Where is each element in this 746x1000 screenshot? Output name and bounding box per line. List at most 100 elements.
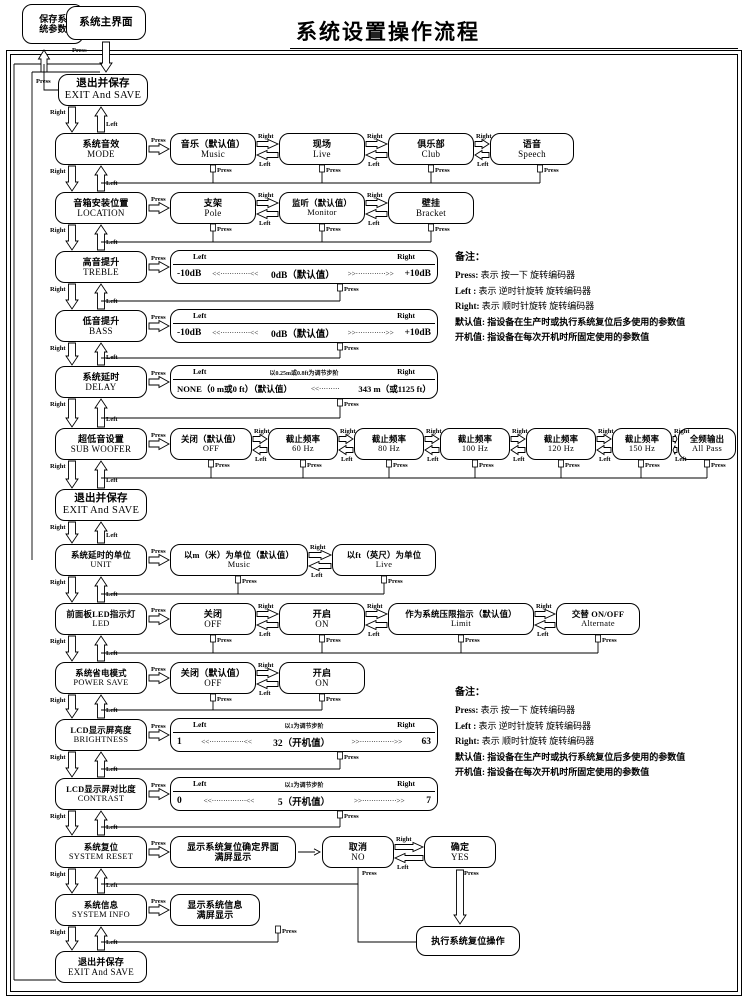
node-menu-location[interactable]: 音箱安装位置 LOCATION: [55, 192, 147, 224]
edge-label-left: Left: [106, 650, 118, 657]
edge-label-press: Press: [362, 870, 377, 877]
edge-label-left: Left: [368, 631, 380, 638]
edge-label-right: Right: [598, 428, 614, 435]
edge-label-right: Right: [258, 603, 274, 610]
edge-label-left: Left: [106, 354, 118, 361]
edge-label-left: Left: [537, 631, 549, 638]
edge-label-right: Right: [340, 428, 356, 435]
edge-label-left: Left: [259, 161, 271, 168]
edge-label-right: Right: [50, 227, 66, 234]
option-mode-live[interactable]: 现场 Live: [279, 133, 365, 165]
range-brightness[interactable]: Left 以1为调节步阶 Right 1 <<···············<<…: [170, 718, 438, 752]
option-led-on[interactable]: 开启 ON: [279, 603, 365, 635]
edge-label-press: Press: [217, 637, 232, 644]
range-delay[interactable]: Left 以0.25m或0.8ft为调节步阶 Right NONE（0 m或0 …: [170, 365, 438, 399]
notes-line-startup: 开机值: 指设备在每次开机时所固定使用的参数值: [455, 332, 650, 342]
option-unit-feet[interactable]: 以ft（英尺）为单位 Live: [332, 544, 436, 576]
option-mode-club[interactable]: 俱乐部 Club: [388, 133, 474, 165]
node-menu-brightness[interactable]: LCD显示屏亮度 BRIGHTNESS: [55, 719, 147, 751]
option-sub-off[interactable]: 关闭（默认值） OFF: [170, 428, 252, 460]
edge-label-left: Left: [106, 477, 118, 484]
edge-label-press: Press: [151, 666, 166, 673]
edge-label-press: Press: [326, 696, 341, 703]
option-location-bracket[interactable]: 壁挂 Bracket: [388, 192, 474, 224]
node-menu-info[interactable]: 系统信息 SYSTEM INFO: [55, 894, 147, 926]
option-location-pole[interactable]: 支架 Pole: [170, 192, 256, 224]
edge-label-press: Press: [645, 462, 660, 469]
range-delay-max: 343 m（或1125 ft）: [358, 383, 431, 394]
option-reset-no[interactable]: 取消 NO: [322, 836, 394, 868]
edge-label-press: Press: [217, 167, 232, 174]
range-contrast-default: 5（开机值）: [277, 797, 331, 808]
range-treble-min: -10dB: [177, 268, 202, 279]
node-menu-delay[interactable]: 系统延时 DELAY: [55, 366, 147, 398]
node-menu-reset[interactable]: 系统复位 SYSTEM RESET: [55, 836, 147, 868]
option-mode-speech[interactable]: 语音 Speech: [490, 133, 574, 165]
notes-line-left: Left : 表示 逆时针旋转 旋转编码器: [455, 285, 592, 296]
range-contrast[interactable]: Left 以1为调节步阶 Right 0 <<···············<<…: [170, 777, 438, 811]
edge-label-right: Right: [426, 428, 442, 435]
edge-label-press: Press: [344, 401, 359, 408]
option-reset-yes[interactable]: 确定 YES: [424, 836, 496, 868]
option-powersave-off[interactable]: 关闭（默认值） OFF: [170, 662, 256, 694]
range-treble-dots-left: <<·············<<: [212, 269, 259, 278]
node-reset-action: 执行系统复位操作: [416, 926, 520, 956]
edge-label-left: Left: [311, 572, 323, 579]
option-sub-100hz[interactable]: 截止频率 100 Hz: [440, 428, 510, 460]
option-powersave-on[interactable]: 开启 ON: [279, 662, 365, 694]
node-menu-subwoofer[interactable]: 超低音设置 SUB WOOFER: [55, 428, 147, 460]
node-menu-led[interactable]: 前面板LED指示灯 LED: [55, 603, 147, 635]
node-menu-powersave[interactable]: 系统省电模式 POWER SAVE: [55, 662, 147, 694]
edge-label-press: Press: [544, 167, 559, 174]
edge-label-right: Right: [50, 929, 66, 936]
range-bass[interactable]: Left Right -10dB <<·············<< 0dB（默…: [170, 309, 438, 343]
edge-label-press: Press: [242, 578, 257, 585]
option-led-limit[interactable]: 作为系统压限指示（默认值） Limit: [388, 603, 534, 635]
node-menu-contrast[interactable]: LCD显示屏对比度 CONTRAST: [55, 778, 147, 810]
edge-label-press: Press: [565, 462, 580, 469]
edge-label-left: Left: [106, 824, 118, 831]
edge-label-left: Left: [397, 864, 409, 871]
option-led-alternate[interactable]: 交替 ON/OFF Alternate: [556, 603, 640, 635]
range-brightness-header: Left 以1为调节步阶 Right: [173, 719, 435, 733]
option-unit-meter[interactable]: 以m（米）为单位（默认值） Music: [170, 544, 308, 576]
edge-label-left: Left: [259, 631, 271, 638]
edge-label-left: Left: [427, 456, 439, 463]
notes-heading: 备注：: [455, 252, 485, 263]
edge-label-right: Right: [50, 345, 66, 352]
edge-label-right: Right: [50, 463, 66, 470]
edge-label-left: Left: [106, 591, 118, 598]
edge-label-press: Press: [282, 928, 297, 935]
option-led-off[interactable]: 关闭 OFF: [170, 603, 256, 635]
range-brightness-max: 63: [421, 736, 432, 747]
edge-label-right: Right: [254, 428, 270, 435]
edge-label-right: Right: [50, 871, 66, 878]
edge-label-press: Press: [217, 226, 232, 233]
node-menu-bass[interactable]: 低音提升 BASS: [55, 310, 147, 342]
range-treble[interactable]: Left Right -10dB <<·············<< 0dB（默…: [170, 250, 438, 284]
option-mode-music[interactable]: 音乐（默认值） Music: [170, 133, 256, 165]
node-system-main-ui[interactable]: 系统主界面: [66, 6, 146, 40]
node-menu-mode[interactable]: 系统音效 MODE: [55, 133, 147, 165]
edge-label-right: Right: [50, 168, 66, 175]
node-exit-save-top[interactable]: 退出并保存 EXIT And SAVE: [58, 74, 148, 106]
option-sub-150hz[interactable]: 截止频率 150 Hz: [612, 428, 672, 460]
option-sub-60hz[interactable]: 截止频率 60 Hz: [268, 428, 338, 460]
edge-label-left: Left: [106, 532, 118, 539]
option-sub-120hz[interactable]: 截止频率 120 Hz: [526, 428, 596, 460]
option-location-monitor[interactable]: 监听（默认值） Monitor: [279, 192, 365, 224]
node-exit-save-mid[interactable]: 退出并保存 EXIT And SAVE: [55, 489, 147, 521]
range-contrast-dots-right: >>···············>>: [353, 796, 405, 805]
node-exit-save-bottom[interactable]: 退出并保存 EXIT And SAVE: [55, 951, 147, 983]
edge-label-press: Press: [344, 813, 359, 820]
edge-label-right: Right: [258, 662, 274, 669]
edge-label-right: Right: [50, 579, 66, 586]
notes-line-startup-2: 开机值: 指设备在每次开机时所固定使用的参数值: [455, 767, 650, 777]
edge-label-right: Right: [536, 603, 552, 610]
edge-label-press: Press: [326, 637, 341, 644]
option-sub-80hz[interactable]: 截止频率 80 Hz: [354, 428, 424, 460]
node-menu-treble[interactable]: 高音提升 TREBLE: [55, 251, 147, 283]
edge-label-press: Press: [151, 548, 166, 555]
edge-label-press: Press: [344, 345, 359, 352]
node-menu-unit[interactable]: 系统延时的单位 UNIT: [55, 544, 147, 576]
